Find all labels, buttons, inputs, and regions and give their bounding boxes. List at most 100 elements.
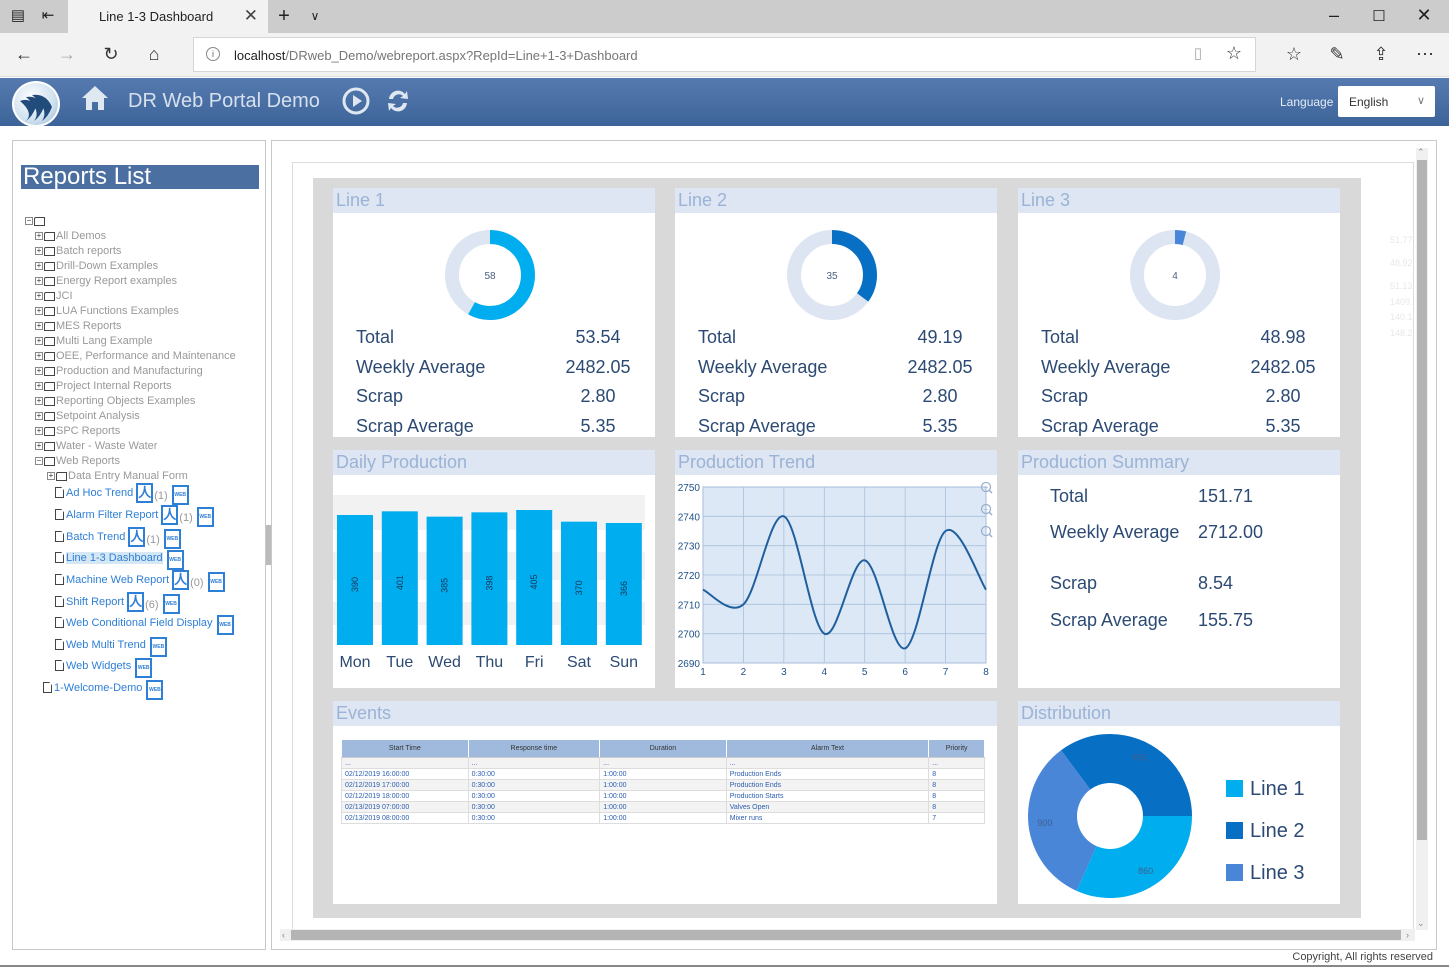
pdf-icon[interactable]: 人 (161, 504, 179, 525)
tree-folder[interactable]: + Production and Manufacturing (35, 363, 203, 378)
minimize-icon[interactable]: – (1323, 5, 1345, 26)
zoom-in-icon[interactable]: + (980, 481, 993, 494)
expand-icon[interactable]: + (47, 471, 55, 480)
browser-tab[interactable]: Line 1-3 Dashboard ✕ (68, 0, 268, 33)
address-bar[interactable]: i localhost/DRweb_Demo/webreport.aspx?Re… (193, 37, 1256, 72)
web-report-icon[interactable]: WEB (216, 614, 234, 635)
refresh-icon[interactable]: ↻ (99, 44, 123, 65)
web-report-icon[interactable]: WEB (166, 549, 184, 570)
favorites-list-icon[interactable]: ☆ (1282, 44, 1306, 65)
tab-list-chevron-icon[interactable]: ∨ (305, 6, 325, 26)
column-header[interactable]: Priority (928, 739, 985, 758)
tree-folder[interactable]: + JCI (35, 288, 73, 303)
site-info-icon[interactable]: i (206, 47, 220, 61)
scroll-left-icon[interactable]: ‹ (282, 930, 285, 940)
web-report-icon[interactable]: WEB (135, 657, 153, 678)
expand-icon[interactable]: + (35, 246, 43, 255)
tree-root[interactable]: − (25, 213, 46, 228)
new-tab-icon[interactable]: + (274, 6, 294, 26)
pen-icon[interactable]: ✎ (1325, 44, 1349, 65)
tree-folder[interactable]: + Water - Waste Water (35, 438, 157, 453)
report-link[interactable]: Batch Trend 人 (1) WEB (55, 526, 181, 549)
tree-folder[interactable]: + Setpoint Analysis (35, 408, 140, 423)
report-link[interactable]: Ad Hoc Trend 人 (1) WEB (55, 482, 189, 505)
expand-icon[interactable]: + (35, 336, 43, 345)
tab-preview-icon[interactable]: ▤ (8, 6, 28, 26)
report-link[interactable]: Line 1-3 Dashboard WEB (55, 549, 184, 570)
report-link[interactable]: 1-Welcome-Demo WEB (43, 679, 164, 700)
expand-icon[interactable]: + (35, 381, 43, 390)
vertical-scroll-thumb[interactable] (1417, 160, 1427, 840)
set-aside-tabs-icon[interactable]: ⇤ (38, 6, 58, 26)
tree-folder[interactable]: + OEE, Performance and Maintenance (35, 348, 236, 363)
expand-icon[interactable]: + (35, 351, 43, 360)
expand-icon[interactable]: + (35, 396, 43, 405)
play-icon[interactable] (342, 87, 370, 122)
column-header[interactable]: Duration (599, 739, 727, 758)
forward-icon[interactable]: → (55, 44, 79, 65)
back-icon[interactable]: ← (12, 44, 36, 65)
tree-folder[interactable]: + LUA Functions Examples (35, 303, 179, 318)
expand-icon[interactable]: + (35, 306, 43, 315)
pdf-icon[interactable]: 人 (136, 482, 154, 503)
report-link[interactable]: Web Widgets WEB (55, 657, 153, 678)
tree-folder[interactable]: + Reporting Objects Examples (35, 393, 195, 408)
tree-folder[interactable]: + Energy Report examples (35, 273, 177, 288)
expand-icon[interactable]: + (35, 441, 43, 450)
web-report-icon[interactable]: WEB (207, 571, 225, 592)
collapse-icon[interactable]: − (25, 216, 33, 225)
reading-view-icon[interactable]: ▯ (1186, 44, 1210, 62)
report-link[interactable]: Web Conditional Field Display WEB (55, 614, 234, 635)
window-close-icon[interactable]: ✕ (1413, 5, 1435, 26)
table-cell: 1:00:00 (599, 812, 727, 824)
horizontal-scroll-thumb[interactable] (291, 930, 1401, 940)
web-report-icon[interactable]: WEB (196, 506, 214, 527)
web-report-icon[interactable]: WEB (171, 484, 189, 505)
web-report-icon[interactable]: WEB (162, 593, 180, 614)
favorite-star-icon[interactable]: ☆ (1222, 43, 1246, 64)
pdf-icon[interactable]: 人 (172, 569, 190, 590)
expand-icon[interactable]: + (35, 231, 43, 240)
web-report-icon[interactable]: WEB (163, 528, 181, 549)
expand-icon[interactable]: + (35, 426, 43, 435)
tree-folder-web-reports[interactable]: − Web Reports (35, 453, 120, 468)
tree-folder[interactable]: + Multi Lang Example (35, 333, 153, 348)
home-icon[interactable]: ⌂ (142, 44, 166, 65)
expand-icon[interactable]: + (35, 261, 43, 270)
refresh-icon[interactable] (383, 86, 413, 123)
tree-folder[interactable]: + Drill-Down Examples (35, 258, 158, 273)
report-link[interactable]: Machine Web Report 人 (0) WEB (55, 569, 225, 592)
scroll-up-icon[interactable]: ⌃ (1417, 147, 1425, 158)
expand-icon[interactable]: + (35, 276, 43, 285)
expand-icon[interactable]: + (35, 321, 43, 330)
expand-icon[interactable]: + (35, 291, 43, 300)
pdf-icon[interactable]: 人 (128, 526, 146, 547)
report-link[interactable]: Shift Report 人 (6) WEB (55, 591, 180, 614)
share-icon[interactable]: ⇪ (1369, 44, 1393, 65)
home-icon[interactable] (80, 84, 110, 119)
tree-folder[interactable]: + All Demos (35, 228, 106, 243)
tree-folder[interactable]: + Project Internal Reports (35, 378, 172, 393)
maximize-icon[interactable]: ☐ (1368, 7, 1390, 25)
language-select[interactable]: English ∨ (1338, 86, 1435, 117)
scroll-right-icon[interactable]: › (1406, 930, 1409, 940)
tree-folder[interactable]: + MES Reports (35, 318, 121, 333)
collapse-icon[interactable]: − (35, 456, 43, 465)
tree-folder[interactable]: + Batch reports (35, 243, 121, 258)
column-header[interactable]: Response time (467, 739, 601, 758)
tree-folder[interactable]: + SPC Reports (35, 423, 120, 438)
expand-icon[interactable]: + (35, 411, 43, 420)
web-report-icon[interactable]: WEB (146, 679, 164, 700)
web-report-icon[interactable]: WEB (149, 636, 167, 657)
zoom-out-icon[interactable]: − (980, 503, 993, 516)
tree-folder-data-entry[interactable]: + Data Entry Manual Form (47, 468, 188, 483)
scroll-down-icon[interactable]: ⌄ (1417, 918, 1425, 929)
column-header[interactable]: Start Time (341, 739, 469, 758)
column-header[interactable]: Alarm Text (725, 739, 930, 758)
expand-icon[interactable]: + (35, 366, 43, 375)
more-icon[interactable]: ⋯ (1413, 44, 1437, 65)
pdf-icon[interactable]: 人 (127, 591, 145, 612)
report-link[interactable]: Web Multi Trend WEB (55, 636, 167, 657)
report-link[interactable]: Alarm Filter Report 人 (1) WEB (55, 504, 214, 527)
close-tab-icon[interactable]: ✕ (244, 6, 258, 26)
